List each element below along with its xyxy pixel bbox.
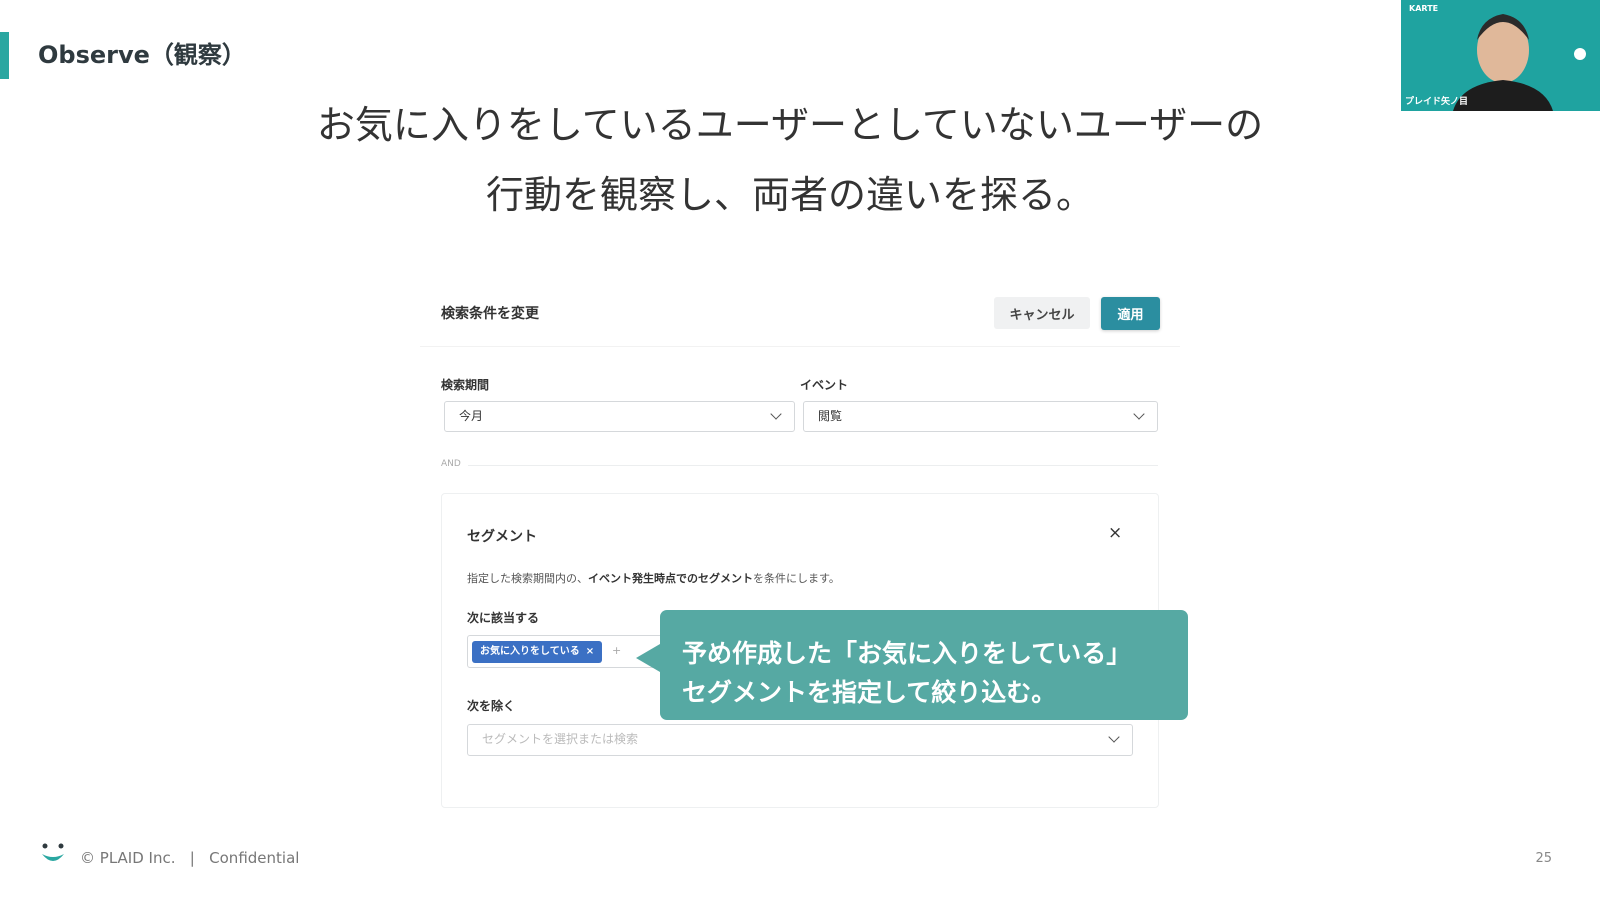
segment-description: 指定した検索期間内の、イベント発生時点でのセグメントを条件にします。: [467, 570, 840, 586]
segment-description-bold: イベント発生時点でのセグメント: [588, 572, 753, 585]
cancel-button[interactable]: キャンセル: [994, 297, 1090, 329]
chevron-down-icon: [1133, 408, 1145, 420]
segment-description-prefix: 指定した検索期間内の、: [467, 572, 588, 585]
headline-line-2: 行動を観察し、両者の違いを探る。: [485, 173, 1094, 217]
chevron-down-icon: [1108, 731, 1120, 743]
video-decor-dot: [1574, 48, 1586, 60]
callout-line-1: 予め作成した「お気に入りをしている」: [682, 639, 1132, 668]
footer-text: © PLAID Inc. | Confidential: [80, 849, 299, 867]
event-value: 閲覧: [818, 409, 843, 423]
event-label: イベント: [800, 378, 849, 392]
footer-separator: |: [189, 849, 195, 867]
section-title: Observe（観察）: [38, 41, 246, 69]
annotation-callout: 予め作成した「お気に入りをしている」 セグメントを指定して絞り込む。: [636, 610, 1188, 720]
section-accent-bar: [0, 32, 9, 79]
footer-confidential: Confidential: [209, 849, 300, 867]
segment-title: セグメント: [467, 529, 537, 545]
header-divider: [420, 346, 1180, 347]
period-value: 今月: [459, 409, 484, 423]
page-number: 25: [1535, 851, 1552, 866]
presenter-video: KARTE プレイド矢ノ目: [1401, 0, 1600, 111]
apply-button[interactable]: 適用: [1101, 297, 1160, 330]
panel-title: 検索条件を変更: [441, 306, 539, 322]
period-label: 検索期間: [441, 378, 490, 392]
period-select[interactable]: 今月: [444, 401, 795, 432]
plaid-logo-icon: [42, 843, 64, 861]
and-separator-label: AND: [441, 459, 461, 469]
segment-tag[interactable]: お気に入りをしている ×: [472, 641, 603, 663]
segment-tag-label: お気に入りをしている: [480, 646, 580, 657]
exclude-placeholder: セグメントを選択または検索: [482, 732, 639, 746]
close-icon[interactable]: ×: [1108, 523, 1122, 543]
chevron-down-icon: [770, 408, 782, 420]
exclude-label: 次を除く: [467, 699, 516, 713]
exclude-segment-select[interactable]: セグメントを選択または検索: [467, 724, 1133, 756]
headline-line-1: お気に入りをしているユーザーとしていないユーザーの: [316, 103, 1264, 147]
presenter-name: プレイド矢ノ目: [1405, 97, 1469, 107]
and-separator-line: [468, 465, 1158, 466]
tag-remove-icon[interactable]: ×: [586, 646, 594, 657]
segment-description-suffix: を条件にします。: [753, 572, 840, 585]
add-segment-icon[interactable]: +: [612, 644, 621, 657]
callout-line-2: セグメントを指定して絞り込む。: [682, 678, 1057, 707]
include-label: 次に該当する: [467, 611, 540, 625]
event-select[interactable]: 閲覧: [803, 401, 1158, 432]
footer-copyright: © PLAID Inc.: [80, 849, 176, 867]
